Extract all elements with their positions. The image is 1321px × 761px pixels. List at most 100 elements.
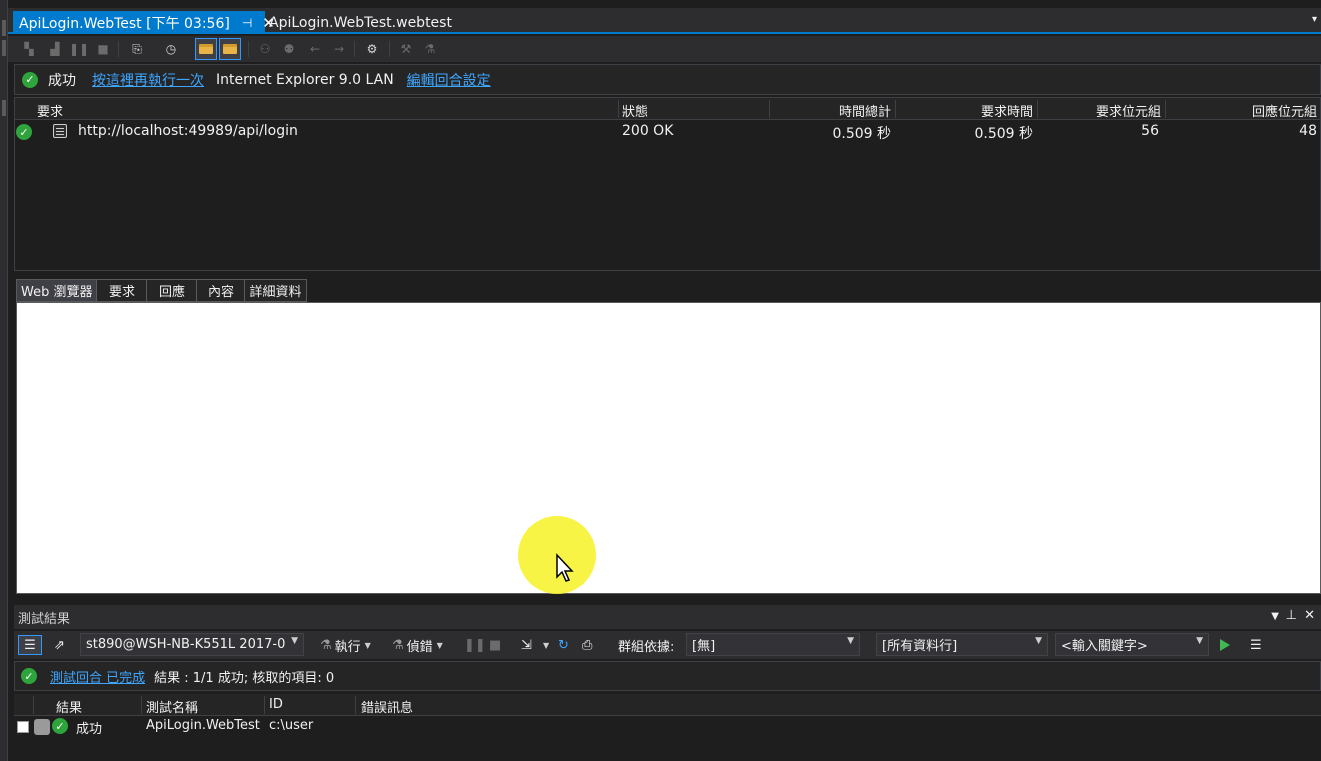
group-by-label: 群組依據:: [618, 639, 675, 655]
dock-tab-marker[interactable]: [2, 20, 6, 36]
request-status: 200 OK: [622, 123, 674, 139]
list-view-icon[interactable]: ☰: [18, 635, 42, 655]
clipboard-icon[interactable]: ⎙: [582, 635, 592, 655]
col-request-time[interactable]: 要求時間: [899, 101, 1033, 120]
link-icon[interactable]: ⚇: [256, 40, 274, 58]
test-result-row[interactable]: ✓ 成功 ApiLogin.WebTest c:\user: [14, 716, 1321, 738]
group-by-select[interactable]: [無] ▼: [686, 633, 860, 656]
run-icon: ⚗: [320, 637, 332, 653]
close-icon[interactable]: ✕: [1304, 608, 1315, 623]
request-time: 0.509 秒: [974, 126, 1033, 142]
chevron-down-icon: ▼: [1035, 636, 1042, 646]
tab-label: ApiLogin.WebTest.webtest: [269, 14, 452, 31]
mouse-cursor-icon: [556, 553, 574, 582]
tab-webtest-file[interactable]: ApiLogin.WebTest.webtest: [263, 11, 463, 34]
column-filter-select[interactable]: [所有資料行] ▼: [876, 633, 1048, 656]
test-results-title-bar: 測試結果 ▼ ⊥ ✕: [14, 605, 1321, 629]
columns-icon[interactable]: ☰: [1250, 635, 1262, 655]
tab-context[interactable]: 內容: [196, 279, 245, 302]
publish-icon[interactable]: ⇗: [54, 635, 65, 655]
col-request[interactable]: 要求: [37, 101, 63, 120]
chevron-down-icon: ▼: [291, 636, 298, 646]
edit-run-settings-link[interactable]: 編輯回合設定: [407, 70, 491, 90]
unlink-icon[interactable]: ⚉: [280, 40, 298, 58]
panel-title: 測試結果: [18, 611, 71, 627]
stop-icon[interactable]: ■: [489, 635, 501, 655]
detail-tabs: Web 瀏覽器 要求 回應 內容 詳細資料: [16, 279, 307, 302]
request-total-time: 0.509 秒: [832, 126, 891, 142]
col-response-bytes[interactable]: 回應位元組: [1169, 101, 1317, 120]
col-status[interactable]: 狀態: [622, 101, 648, 120]
col-test-name[interactable]: 測試名稱: [146, 697, 198, 716]
request-row[interactable]: ✓ http://localhost:49989/api/login 200 O…: [15, 121, 1320, 143]
col-id[interactable]: ID: [269, 697, 283, 712]
row-checkbox[interactable]: [17, 721, 29, 733]
refresh-icon[interactable]: ↻: [558, 635, 569, 655]
run-result-text: 成功: [48, 72, 76, 89]
tab-web-browser[interactable]: Web 瀏覽器: [16, 279, 97, 302]
pause-icon[interactable]: ❚❚: [464, 635, 486, 655]
col-total-time[interactable]: 時間總計: [775, 101, 891, 120]
chevron-down-icon: ▼: [436, 640, 443, 650]
folder-view-icon[interactable]: [219, 38, 241, 60]
pause-icon[interactable]: ❚❚: [69, 40, 89, 58]
stop-icon[interactable]: ■: [94, 40, 112, 58]
test-run-completed-link[interactable]: 測試回合 已完成: [50, 667, 145, 686]
tab-request[interactable]: 要求: [96, 279, 147, 302]
tab-details[interactable]: 詳細資料: [244, 279, 307, 302]
chevron-down-icon: ▼: [1196, 636, 1203, 646]
tab-response[interactable]: 回應: [146, 279, 197, 302]
chevron-down-icon: ▼: [847, 636, 854, 646]
generate-code-icon[interactable]: ⚙: [363, 40, 381, 58]
tab-label: ApiLogin.WebTest [下午 03:56]: [19, 15, 230, 32]
test-id: c:\user: [269, 718, 314, 733]
response-bytes: 48: [1299, 123, 1317, 139]
rerun-link[interactable]: 按這裡再執行一次: [92, 70, 204, 90]
test-results-grid-header: 結果 測試名稱 ID 錯誤訊息: [14, 694, 1321, 716]
apply-filter-play-icon[interactable]: [1220, 635, 1230, 655]
success-check-icon: ✓: [21, 668, 37, 684]
add-plugin-icon[interactable]: ⚗: [421, 40, 439, 58]
test-run-status-bar: ✓ 測試回合 已完成 結果 : 1/1 成功; 核取的項目: 0: [14, 661, 1321, 691]
dock-tab-marker[interactable]: [2, 100, 6, 116]
parameterize-icon[interactable]: ⚒: [397, 40, 415, 58]
run-button[interactable]: ⚗ 執行 ▼: [320, 635, 371, 655]
test-result-text: 成功: [76, 722, 103, 737]
new-request-icon[interactable]: ⎘: [128, 40, 146, 58]
import-icon[interactable]: ⇲: [521, 635, 532, 655]
col-request-bytes[interactable]: 要求位元組: [1041, 101, 1161, 120]
test-run-summary: 結果 : 1/1 成功; 核取的項目: 0: [154, 670, 335, 686]
folder-open-icon[interactable]: [195, 38, 217, 60]
left-dock-strip[interactable]: [0, 0, 8, 761]
browser-info-text: Internet Explorer 9.0 LAN: [216, 71, 394, 88]
back-arrow-icon[interactable]: ←: [306, 40, 324, 58]
test-results-toolbar: ☰ ⇗ st890@WSH-NB-K551L 2017-0 ▼ ⚗ 執行 ▼ ⚗…: [14, 631, 1321, 659]
test-name: ApiLogin.WebTest: [146, 718, 260, 733]
chevron-down-icon[interactable]: ▼: [543, 635, 549, 655]
pin-icon[interactable]: ⊣: [242, 16, 252, 30]
run-test-icon[interactable]: ▚: [20, 40, 38, 58]
run-load-icon[interactable]: ▟: [46, 40, 64, 58]
run-status-bar: ✓ 成功 按這裡再執行一次 Internet Explorer 9.0 LAN …: [14, 64, 1321, 95]
tab-overflow-icon[interactable]: ▾: [1312, 14, 1317, 25]
webtest-icon: [34, 719, 50, 735]
keyword-input[interactable]: <輸入關鍵字> ▼: [1055, 633, 1209, 656]
document-tab-bar: ApiLogin.WebTest [下午 03:56] ⊣ ✕ ApiLogin…: [8, 8, 1321, 34]
col-error-message[interactable]: 錯誤訊息: [361, 697, 413, 716]
web-browser-pane[interactable]: [16, 302, 1321, 594]
chevron-down-icon: ▼: [364, 640, 371, 650]
request-results-grid: 要求 狀態 時間總計 要求時間 要求位元組 回應位元組 ✓ http://loc…: [14, 97, 1321, 271]
debug-icon: ⚗: [392, 637, 404, 653]
col-result[interactable]: 結果: [56, 697, 82, 716]
pin-icon[interactable]: ⊥: [1286, 608, 1297, 623]
success-check-icon: ✓: [16, 124, 32, 140]
dock-tab-marker[interactable]: [2, 40, 6, 56]
test-run-combo[interactable]: st890@WSH-NB-K551L 2017-0 ▼: [80, 633, 304, 656]
forward-arrow-icon[interactable]: →: [330, 40, 348, 58]
panel-menu-icon[interactable]: ▼: [1271, 611, 1279, 622]
grid-header: 要求 狀態 時間總計 要求時間 要求位元組 回應位元組: [15, 98, 1320, 120]
tab-webtest-result[interactable]: ApiLogin.WebTest [下午 03:56] ⊣ ✕: [13, 11, 275, 34]
debug-button[interactable]: ⚗ 偵錯 ▼: [392, 635, 443, 655]
clock-icon[interactable]: ◷: [162, 40, 180, 58]
success-check-icon: ✓: [52, 718, 68, 734]
